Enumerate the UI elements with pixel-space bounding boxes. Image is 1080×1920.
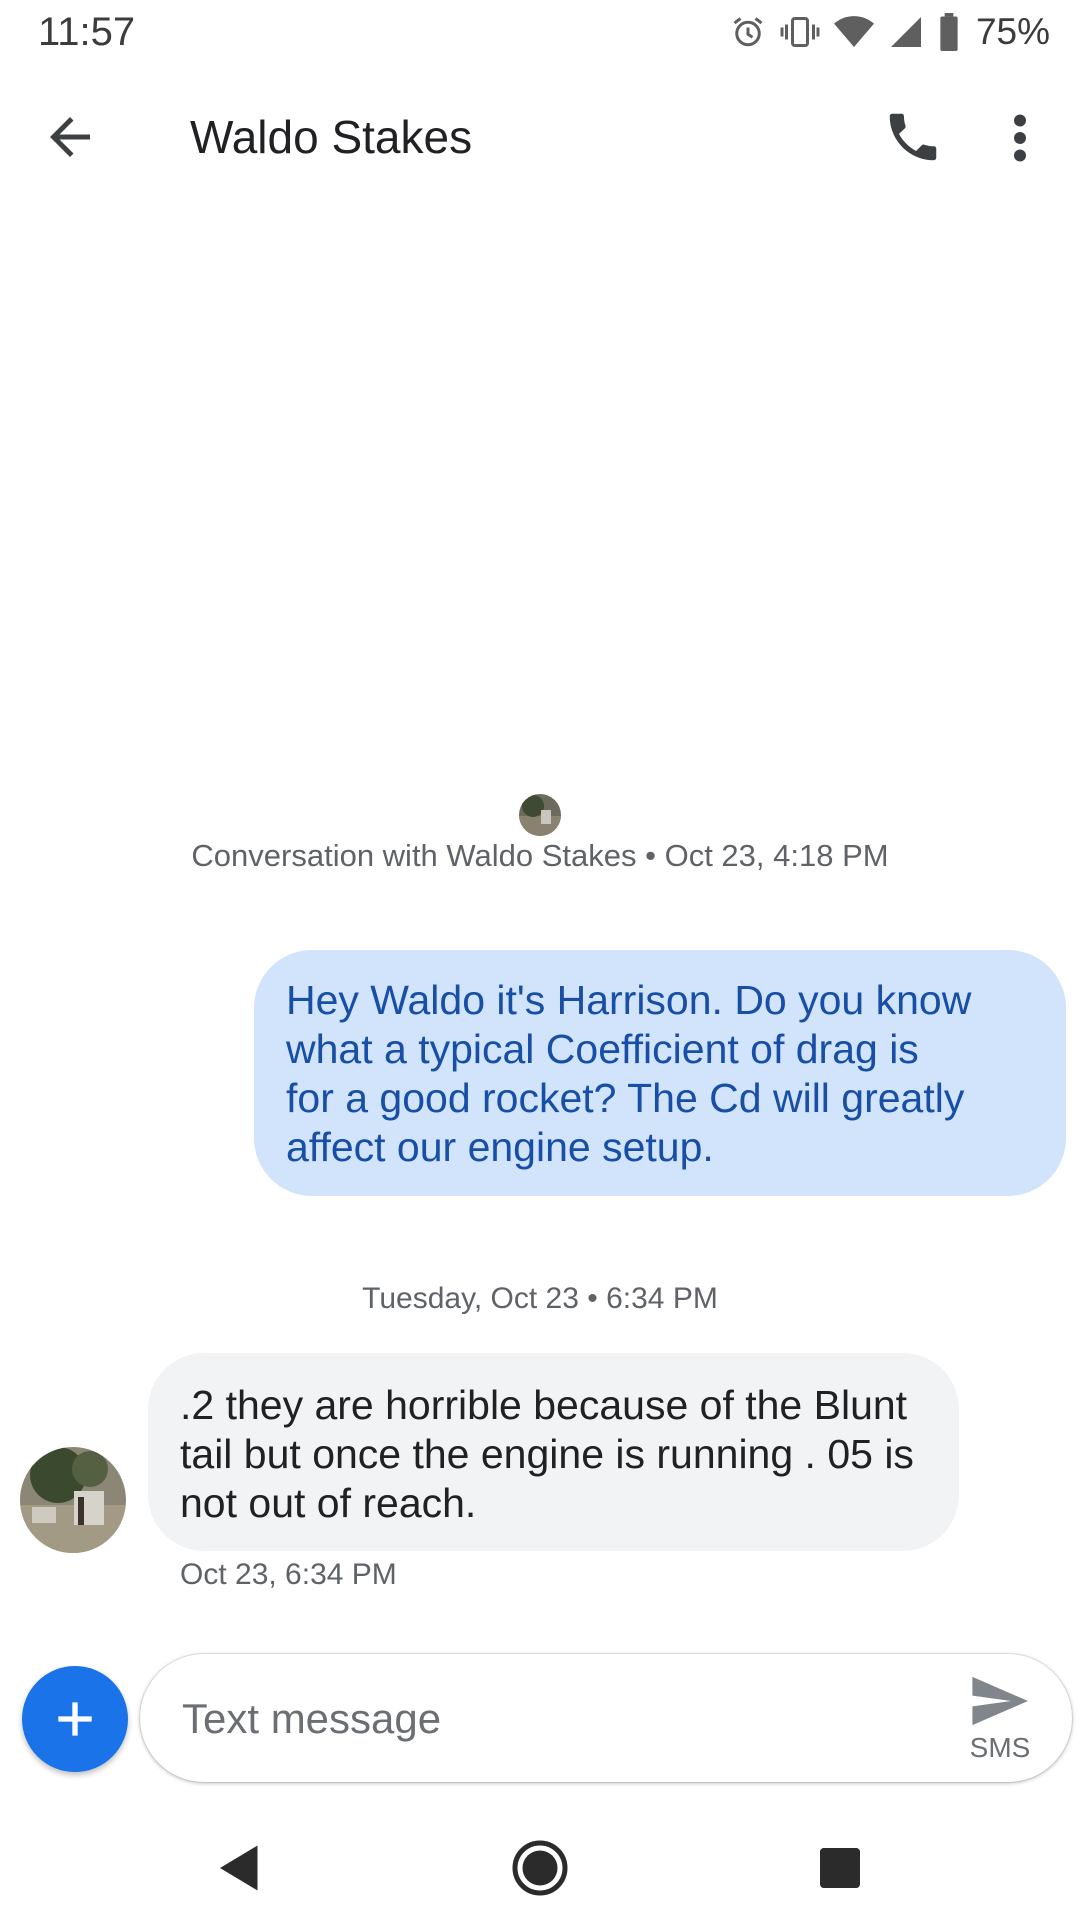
nav-recents-icon — [820, 1848, 860, 1888]
alarm-icon — [730, 14, 766, 50]
navigation-bar — [0, 1812, 1080, 1920]
date-divider: Tuesday, Oct 23 • 6:34 PM — [362, 1282, 718, 1315]
phone-icon — [889, 113, 937, 161]
status-time: 11:57 — [38, 10, 136, 54]
vibrate-icon — [780, 14, 820, 50]
outgoing-message[interactable]: Hey Waldo it's Harrison. Do you know wha… — [254, 950, 1066, 1196]
compose-bar: SMS — [140, 1654, 1072, 1782]
app-bar: Waldo Stakes — [0, 80, 1080, 190]
more-options-button[interactable] — [998, 108, 1042, 168]
plus-icon — [58, 1702, 92, 1736]
conversation-avatar — [519, 794, 561, 836]
contact-name: Waldo Stakes — [190, 111, 473, 163]
more-vert-icon — [1014, 114, 1026, 162]
send-button[interactable]: SMS — [950, 1676, 1050, 1766]
nav-home-button[interactable] — [510, 1838, 570, 1898]
message-input[interactable] — [180, 1684, 944, 1754]
message-timestamp: Oct 23, 6:34 PM — [180, 1558, 397, 1591]
status-bar: 11:57 75% — [0, 0, 1080, 64]
attach-button[interactable] — [22, 1666, 128, 1772]
nav-back-button[interactable] — [210, 1838, 270, 1898]
send-icon — [972, 1676, 1028, 1726]
cell-signal-icon — [888, 14, 924, 50]
nav-back-icon — [220, 1845, 258, 1891]
sms-label: SMS — [969, 1732, 1031, 1763]
conversation-header: Conversation with Waldo Stakes • Oct 23,… — [191, 838, 889, 873]
nav-home-icon — [512, 1840, 568, 1896]
wifi-icon — [833, 15, 874, 49]
battery-icon — [938, 13, 960, 51]
battery-percent: 75% — [975, 11, 1050, 52]
back-arrow-icon — [50, 117, 90, 157]
status-icons: 75% — [730, 10, 1050, 54]
sender-avatar[interactable] — [20, 1447, 126, 1553]
nav-recents-button[interactable] — [810, 1838, 870, 1898]
back-button[interactable] — [40, 107, 100, 167]
call-button[interactable] — [882, 106, 944, 168]
incoming-message[interactable]: .2 they are horrible because of the Blun… — [148, 1353, 959, 1551]
